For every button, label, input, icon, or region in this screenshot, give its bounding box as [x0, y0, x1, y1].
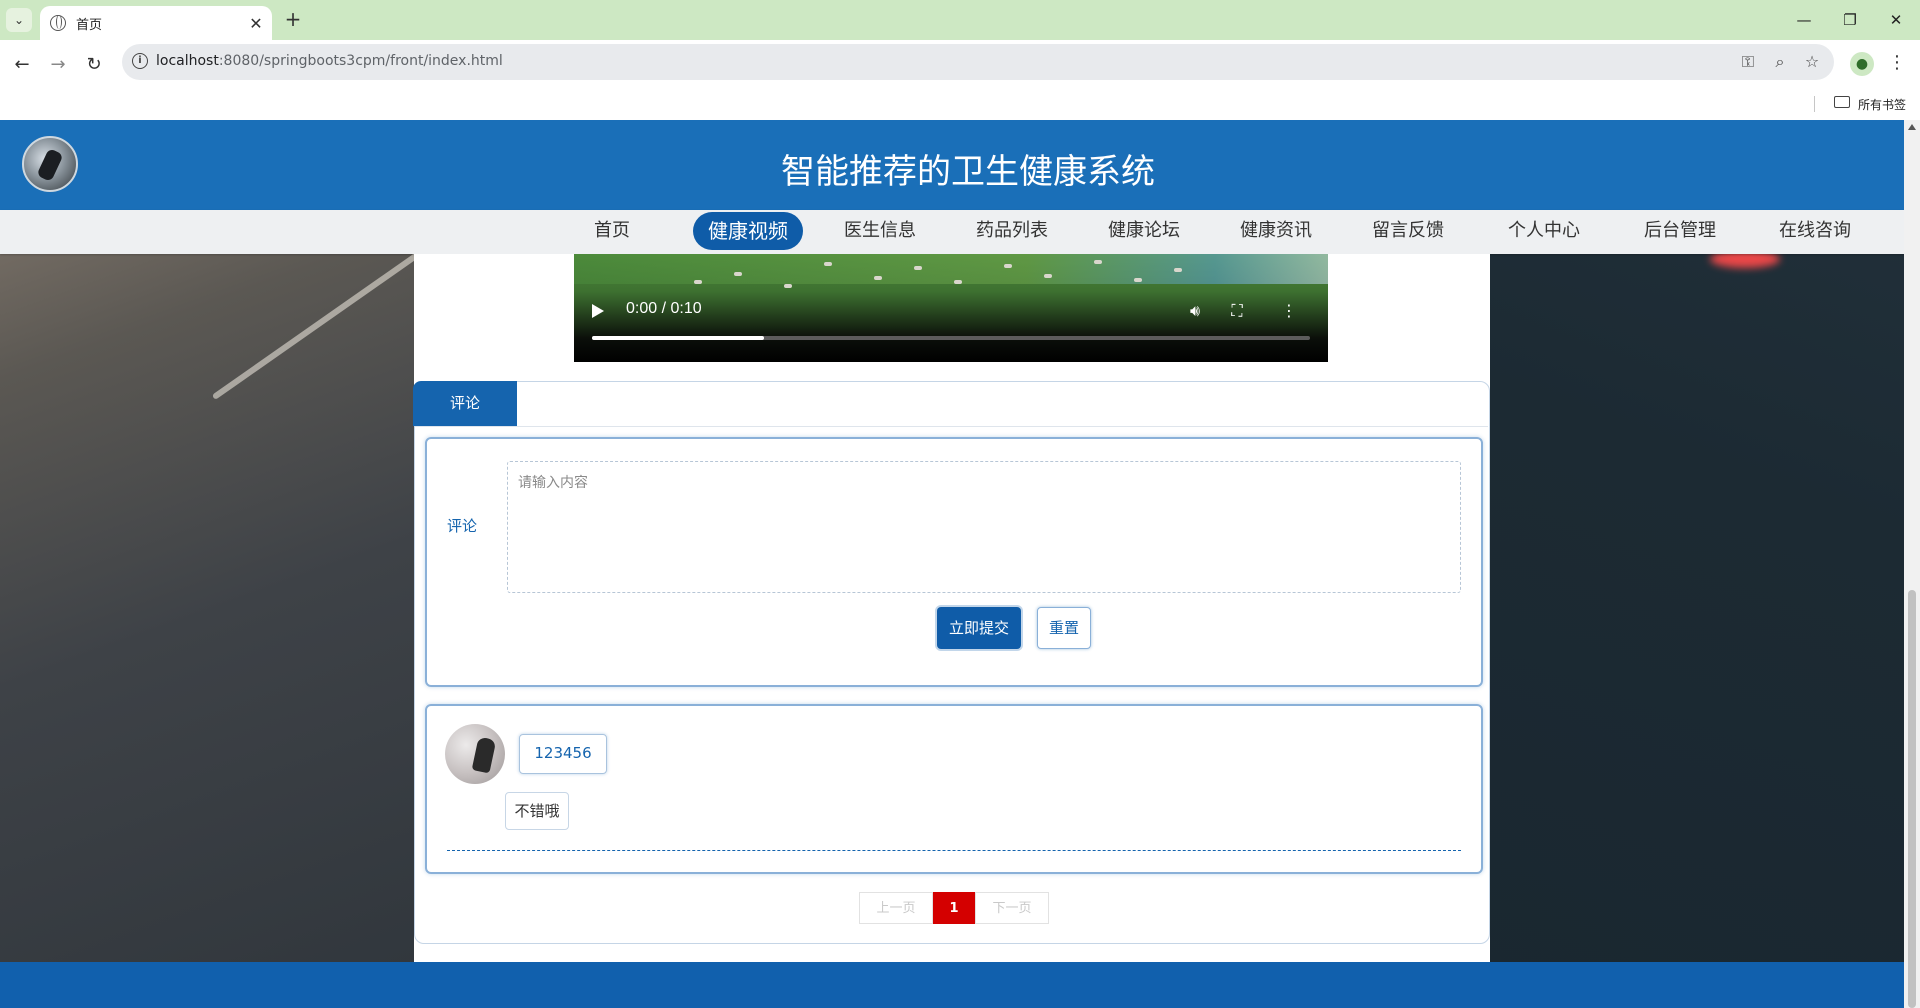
bookmarks-separator — [1814, 96, 1815, 112]
reset-button[interactable]: 重置 — [1037, 607, 1091, 649]
main-nav: 首页 健康视频 医生信息 药品列表 健康论坛 健康资讯 留言反馈 个人中心 后台… — [0, 210, 1904, 254]
nav-user-center[interactable]: 个人中心 — [1500, 212, 1588, 250]
window-minimize-icon[interactable]: — — [1784, 6, 1824, 34]
page-viewport: 智能推荐的卫生健康系统 首页 健康视频 医生信息 药品列表 健康论坛 健康资讯 … — [0, 120, 1904, 1008]
comment-form: 评论 请输入内容 立即提交 重置 — [425, 437, 1483, 687]
comment-textarea[interactable]: 请输入内容 — [507, 461, 1461, 593]
comment-field-label: 评论 — [447, 517, 478, 535]
comment-list: 123456 不错哦 — [425, 704, 1483, 874]
new-tab-plus-icon[interactable]: + — [282, 8, 304, 32]
nav-doctor-info[interactable]: 医生信息 — [836, 212, 924, 250]
play-icon[interactable] — [592, 304, 604, 318]
video-progress-bar[interactable] — [592, 336, 1310, 340]
nav-admin[interactable]: 后台管理 — [1636, 212, 1724, 250]
next-page-button[interactable]: 下一页 — [975, 892, 1049, 924]
password-key-icon[interactable]: ⚿ — [1738, 52, 1758, 72]
back-arrow-icon[interactable]: ← — [10, 52, 34, 76]
nav-feedback[interactable]: 留言反馈 — [1364, 212, 1452, 250]
comment-divider — [447, 850, 1461, 851]
globe-icon — [50, 15, 66, 31]
folder-icon[interactable] — [1834, 96, 1850, 108]
nav-drug-list[interactable]: 药品列表 — [968, 212, 1056, 250]
address-url[interactable]: localhost:8080/springboots3cpm/front/ind… — [156, 53, 503, 69]
tab-comments[interactable]: 评论 — [413, 381, 517, 426]
scrollbar-thumb[interactable] — [1908, 590, 1916, 1008]
site-title: 智能推荐的卫生健康系统 — [781, 152, 1155, 192]
pagination: 上一页 1 下一页 — [859, 892, 1049, 924]
nav-health-news[interactable]: 健康资讯 — [1232, 212, 1320, 250]
nav-home[interactable]: 首页 — [582, 212, 642, 250]
nav-health-forum[interactable]: 健康论坛 — [1100, 212, 1188, 250]
address-bar[interactable]: i localhost:8080/springboots3cpm/front/i… — [122, 44, 1834, 80]
bookmark-star-icon[interactable]: ☆ — [1802, 52, 1822, 72]
browser-tab-strip: ⌄ 首页 ✕ + — ❐ ✕ — [0, 0, 1920, 40]
avatar — [445, 724, 505, 784]
volume-icon[interactable]: 🔊︎ — [1184, 300, 1206, 322]
bookmarks-bar: 所有书签 — [0, 88, 1920, 120]
forward-arrow-icon[interactable]: → — [46, 52, 70, 76]
scroll-up-arrow-icon[interactable] — [1908, 124, 1916, 130]
current-page[interactable]: 1 — [933, 892, 975, 924]
tab-close-icon[interactable]: ✕ — [246, 14, 266, 33]
video-time: 0:00 / 0:10 — [626, 300, 702, 317]
comment-username: 123456 — [519, 734, 607, 774]
submit-button[interactable]: 立即提交 — [937, 607, 1021, 649]
all-bookmarks-label[interactable]: 所有书签 — [1858, 96, 1906, 113]
comment-content: 不错哦 — [505, 792, 569, 830]
tab-title: 首页 — [76, 17, 103, 33]
window-restore-icon[interactable]: ❐ — [1830, 6, 1870, 34]
page-scrollbar[interactable] — [1904, 120, 1920, 1008]
reload-icon[interactable]: ↻ — [82, 52, 106, 76]
window-close-icon[interactable]: ✕ — [1876, 6, 1916, 34]
comment-tabbar: 评论 — [413, 381, 1488, 427]
site-footer — [0, 962, 1904, 1008]
site-header: 智能推荐的卫生健康系统 — [0, 120, 1904, 210]
comment-panel: 评论 评论 请输入内容 立即提交 重置 123456 不错哦 上一页 1 下一页 — [413, 381, 1490, 944]
browser-menu-icon[interactable]: ⋮ — [1888, 52, 1906, 73]
site-info-icon[interactable]: i — [132, 53, 148, 69]
fullscreen-icon[interactable]: ⛶ — [1226, 300, 1248, 322]
nav-consultation[interactable]: 在线咨询 — [1771, 212, 1859, 250]
browser-toolbar: ← → ↻ i localhost:8080/springboots3cpm/f… — [0, 40, 1920, 88]
browser-tab[interactable]: 首页 ✕ — [40, 6, 272, 40]
video-player[interactable]: 0:00 / 0:10 🔊︎ ⛶ ⋮ — [574, 254, 1328, 362]
tab-search-chevron-icon[interactable]: ⌄ — [6, 8, 32, 32]
video-menu-icon[interactable]: ⋮ — [1278, 300, 1300, 322]
profile-avatar-icon[interactable]: ● — [1850, 52, 1874, 76]
zoom-icon[interactable]: ⌕ — [1770, 52, 1790, 72]
video-progress-fill — [592, 336, 765, 340]
content-main: 0:00 / 0:10 🔊︎ ⛶ ⋮ 评论 评论 请输入内容 立即提交 重置 1… — [413, 254, 1490, 1008]
nav-health-video[interactable]: 健康视频 — [693, 212, 803, 250]
prev-page-button[interactable]: 上一页 — [859, 892, 933, 924]
